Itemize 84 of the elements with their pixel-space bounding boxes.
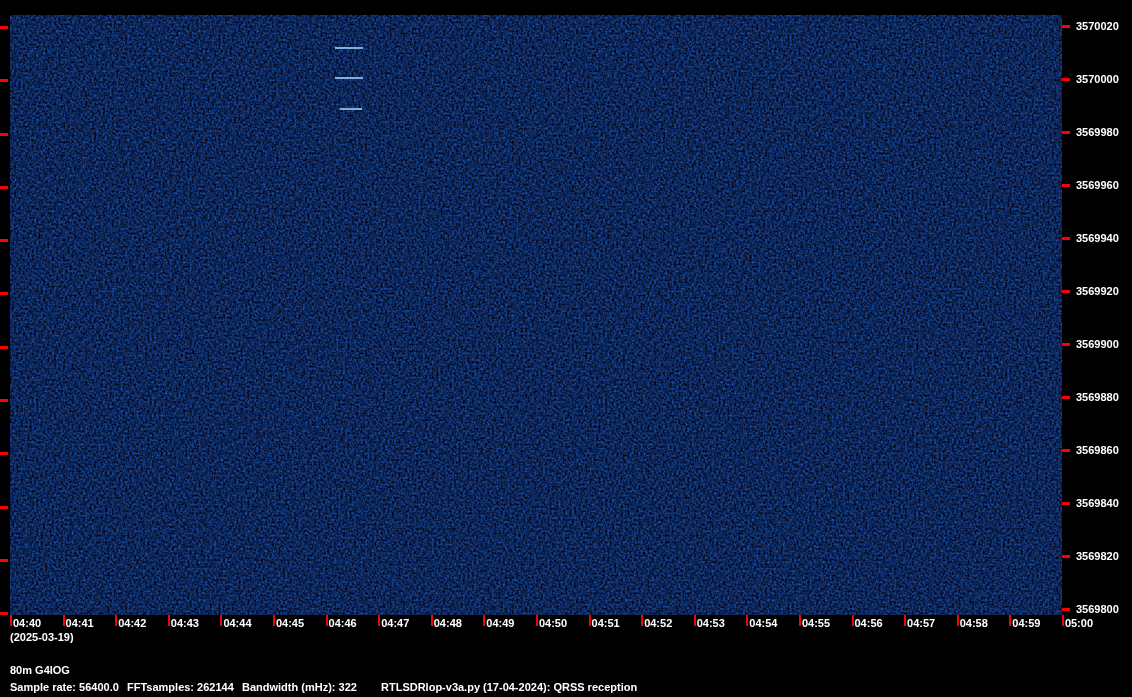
- axis-tick: [851, 615, 854, 626]
- axis-tick: [0, 345, 8, 349]
- info-text: Bandwidth (mHz): 322: [242, 681, 358, 693]
- time-label: 04:53: [696, 618, 725, 629]
- time-label: 04:47: [381, 618, 410, 629]
- frequency-label: 3569980: [1076, 127, 1119, 139]
- axis-tick: [904, 615, 907, 626]
- time-label: 04:42: [118, 618, 147, 629]
- axis-tick: [10, 615, 12, 626]
- axis-tick: [693, 615, 696, 626]
- axis-tick: [272, 615, 275, 626]
- axis-tick: [956, 615, 959, 626]
- axis-tick: [1061, 615, 1064, 626]
- axis-tick: [167, 615, 170, 626]
- axis-tick: [62, 615, 65, 626]
- time-label: 04:46: [328, 618, 357, 629]
- axis-tick: [1062, 395, 1070, 399]
- time-label: 04:54: [749, 618, 778, 629]
- frequency-label: 3569800: [1076, 603, 1119, 615]
- time-label: 04:44: [223, 618, 252, 629]
- info-text: FFTsamples: 262144: [127, 681, 235, 693]
- time-label: 04:55: [801, 618, 831, 629]
- date-label: (2025-03-19): [10, 631, 74, 643]
- frequency-label: 3569820: [1076, 550, 1119, 562]
- info-text: Sample rate: 56400.0: [10, 681, 120, 693]
- axis-tick: [1062, 290, 1070, 293]
- axis-tick: [0, 452, 8, 456]
- axis-tick: [1062, 25, 1070, 29]
- axis-tick: [535, 615, 538, 626]
- axis-tick: [0, 79, 8, 83]
- time-label: 04:41: [65, 618, 94, 629]
- axis-tick: [0, 558, 8, 562]
- axis-tick: [0, 239, 8, 243]
- axis-tick: [430, 615, 433, 626]
- frequency-label: 3569920: [1076, 286, 1119, 297]
- frequency-label: 3569840: [1076, 497, 1119, 509]
- time-label: 05:00: [1064, 618, 1093, 629]
- time-label: 04:45: [275, 618, 305, 629]
- axis-tick: [1062, 607, 1070, 611]
- axis-tick: [0, 132, 8, 136]
- time-label: 04:58: [959, 618, 988, 629]
- axis-tick: [1062, 237, 1070, 241]
- axis-tick: [1062, 184, 1070, 188]
- axis-tick: [325, 615, 328, 626]
- station-label: 80m G4IOG: [10, 664, 70, 676]
- frequency-label: 3570020: [1076, 21, 1119, 33]
- axis-tick: [0, 505, 8, 509]
- axis-tick: [641, 615, 644, 626]
- axis-tick: [746, 615, 749, 626]
- axis-tick: [378, 615, 381, 626]
- time-label: 04:43: [170, 618, 199, 629]
- time-label: 04:40: [13, 618, 42, 629]
- axis-tick: [115, 615, 118, 626]
- time-label: 04:52: [644, 618, 673, 629]
- axis-tick: [220, 615, 223, 626]
- time-label: 04:50: [538, 618, 568, 629]
- time-label: 04:57: [907, 618, 936, 629]
- axis-tick: [1062, 448, 1070, 452]
- axis-tick: [0, 398, 8, 402]
- frequency-label: 3569860: [1076, 444, 1119, 456]
- axis-tick: [1062, 342, 1070, 346]
- frequency-label: 3569960: [1076, 180, 1119, 192]
- axis-tick: [588, 615, 591, 626]
- axis-tick: [0, 185, 8, 189]
- axis-tick: [1062, 131, 1070, 135]
- axis-tick: [1009, 615, 1012, 626]
- axis-tick: [483, 615, 486, 626]
- frequency-label: 3569900: [1076, 338, 1119, 350]
- frequency-label: 3569940: [1076, 233, 1119, 245]
- time-label: 04:51: [591, 618, 620, 629]
- time-label: 04:56: [854, 618, 883, 629]
- frequency-label: 3570000: [1076, 74, 1119, 86]
- axis-tick: [0, 292, 8, 296]
- frequency-label: 3569880: [1076, 391, 1119, 403]
- time-label: 04:49: [486, 618, 515, 629]
- info-text: RTLSDRlop-v3a.py (17-04-2024): QRSS reception: [381, 681, 638, 693]
- time-label: 04:59: [1012, 618, 1041, 629]
- axis-tick: [0, 26, 8, 29]
- axis-tick: [0, 612, 8, 615]
- axis-tick: [1062, 554, 1070, 558]
- axis-tick: [1062, 78, 1070, 82]
- time-label: 04:48: [433, 618, 462, 629]
- axis-tick: [798, 615, 801, 626]
- axis-tick: [1062, 501, 1070, 505]
